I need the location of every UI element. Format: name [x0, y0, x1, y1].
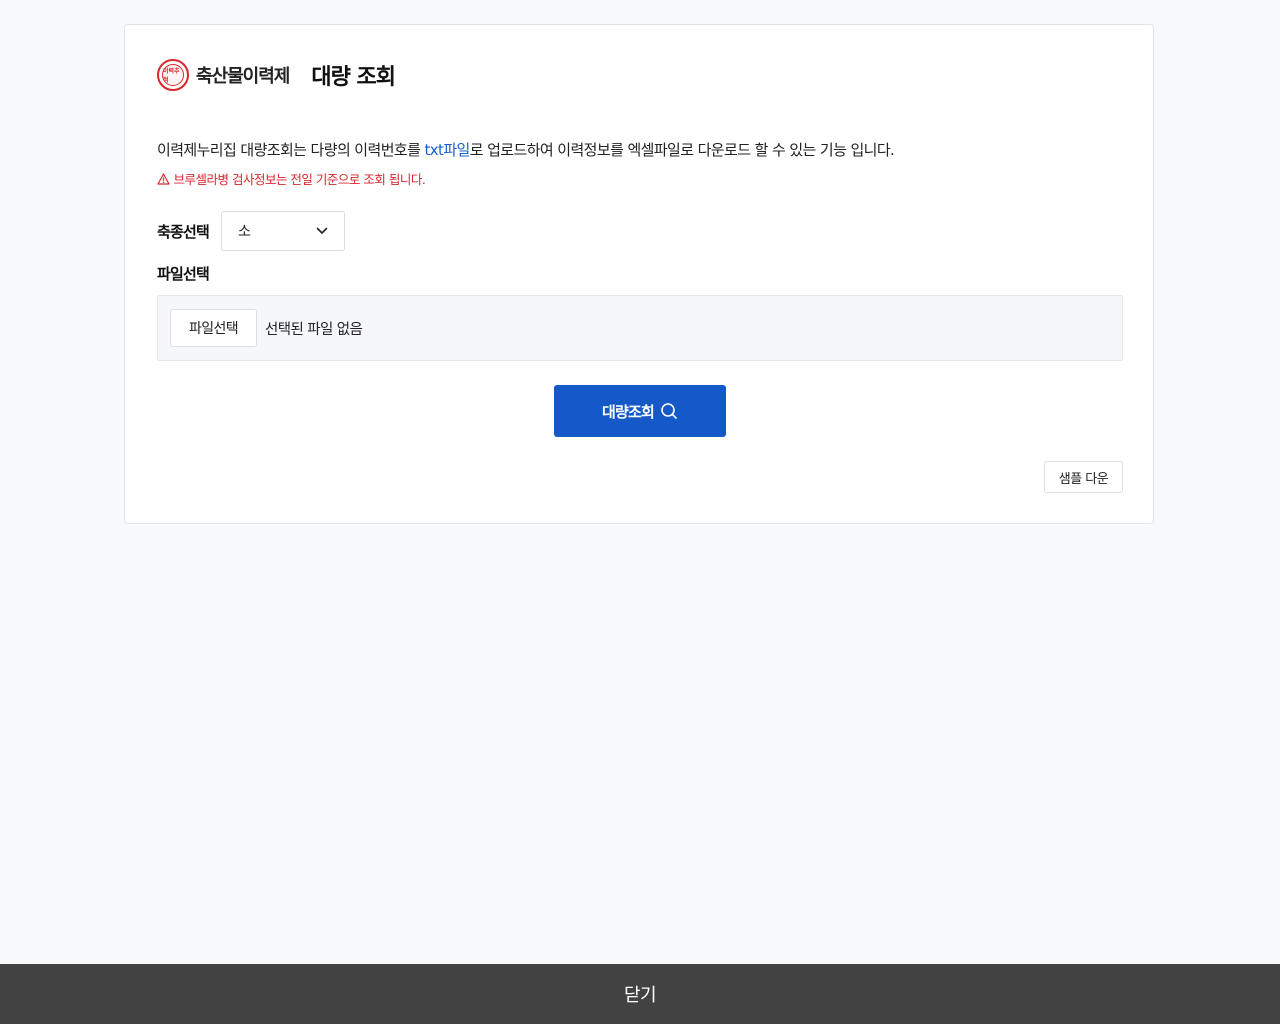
header: 이력추적 축산물이력제 대량 조회 — [157, 57, 396, 93]
description: 이력제누리집 대량조회는 다량의 이력번호를 txt파일로 업로드하여 이력정보… — [157, 139, 895, 160]
species-row: 축종선택 소 — [157, 211, 346, 251]
description-text-1: 이력제누리집 대량조회는 다량의 이력번호를 — [157, 141, 425, 159]
species-select[interactable]: 소 — [221, 211, 346, 251]
bulk-search-label: 대량조회 — [601, 402, 655, 421]
search-icon — [661, 403, 677, 419]
species-label: 축종선택 — [157, 222, 210, 241]
file-label: 파일선택 — [157, 265, 210, 283]
description-text-2: 로 업로드하여 이력정보를 엑셀파일로 다운로드 할 수 있는 기능 입니다. — [469, 141, 895, 159]
txt-file-highlight: txt파일 — [424, 141, 470, 159]
file-input-area: 파일선택 선택된 파일 없음 — [157, 295, 1123, 361]
logo-emblem-text: 이력추적 — [163, 68, 180, 84]
page: 이력추적 축산물이력제 대량 조회 이력제누리집 대량조회는 다량의 이력번호를… — [0, 0, 1280, 1024]
chevron-down-icon — [316, 227, 328, 234]
bulk-search-button[interactable]: 대량조회 — [554, 385, 726, 437]
file-status-text: 선택된 파일 없음 — [265, 321, 363, 338]
bulk-search-panel: 이력추적 축산물이력제 대량 조회 이력제누리집 대량조회는 다량의 이력번호를… — [124, 24, 1154, 524]
file-select-button[interactable]: 파일선택 — [170, 309, 257, 347]
logo-emblem-icon: 이력추적 — [157, 59, 189, 91]
logo-text: 축산물이력제 — [196, 66, 290, 87]
warning-text: 브루셀라병 검사정보는 전일 기준으로 조회 됩니다. — [173, 172, 426, 187]
species-selected-value: 소 — [238, 224, 251, 240]
warning-notice: 브루셀라병 검사정보는 전일 기준으로 조회 됩니다. — [157, 169, 426, 188]
close-button[interactable]: 닫기 — [0, 964, 1280, 1024]
warning-triangle-icon — [157, 173, 170, 185]
page-title: 대량 조회 — [311, 65, 396, 90]
sample-download-button[interactable]: 샘플 다운 — [1044, 461, 1123, 493]
